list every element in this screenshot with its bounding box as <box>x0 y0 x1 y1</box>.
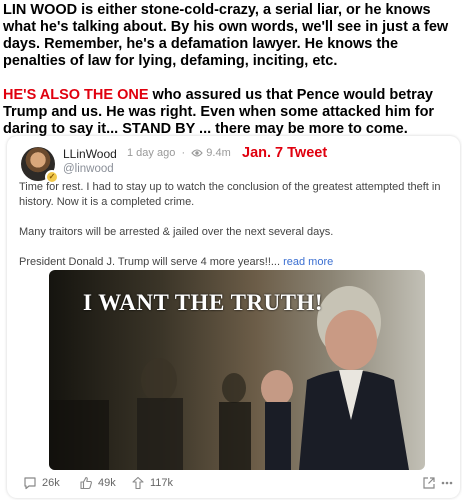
post-card: ✓ LLinWood 1 day ago · 9.4m @linwood Jan… <box>7 136 460 498</box>
commentary: LIN WOOD is either stone-cold-crazy, a s… <box>3 2 459 138</box>
post-text-1: Time for rest. I had to stay up to watch… <box>19 181 441 208</box>
action-bar: 26k 49k 117k <box>7 476 460 494</box>
read-more-link[interactable]: read more <box>283 256 333 268</box>
date-annotation: Jan. 7 Tweet <box>242 145 328 161</box>
commentary-paragraph-1: LIN WOOD is either stone-cold-crazy, a s… <box>3 2 449 69</box>
eye-icon <box>191 148 203 161</box>
repost-icon <box>131 476 145 490</box>
more-icon <box>441 481 453 493</box>
author-name[interactable]: LLinWood <box>63 147 117 161</box>
commentary-lead: HE'S ALSO THE ONE <box>3 87 149 103</box>
post-media[interactable]: I WANT THE TRUTH! <box>49 270 425 470</box>
post-text-3: President Donald J. Trump will serve 4 m… <box>19 256 334 268</box>
post-time: 1 day ago <box>127 147 176 159</box>
comment-button[interactable]: 26k <box>23 476 60 490</box>
repost-button[interactable]: 117k <box>131 476 173 490</box>
like-icon <box>79 476 93 490</box>
author-handle[interactable]: @linwood <box>63 163 114 175</box>
commentary-paragraph-2: HE'S ALSO THE ONE who assured us that Pe… <box>3 87 435 137</box>
post-text-2: Many traitors will be arrested & jailed … <box>19 226 334 238</box>
share-button[interactable] <box>422 476 436 493</box>
comment-icon <box>23 476 37 490</box>
more-button[interactable] <box>441 476 453 493</box>
post-views: 9.4m <box>206 147 231 159</box>
post-meta: 1 day ago · 9.4m <box>127 147 231 161</box>
post-body: Time for rest. I had to stay up to watch… <box>19 180 449 270</box>
like-button[interactable]: 49k <box>79 476 116 490</box>
comment-count: 26k <box>42 477 60 489</box>
share-icon <box>422 477 436 493</box>
media-caption: I WANT THE TRUTH! <box>83 290 324 315</box>
like-count: 49k <box>98 477 116 489</box>
repost-count: 117k <box>150 477 174 489</box>
